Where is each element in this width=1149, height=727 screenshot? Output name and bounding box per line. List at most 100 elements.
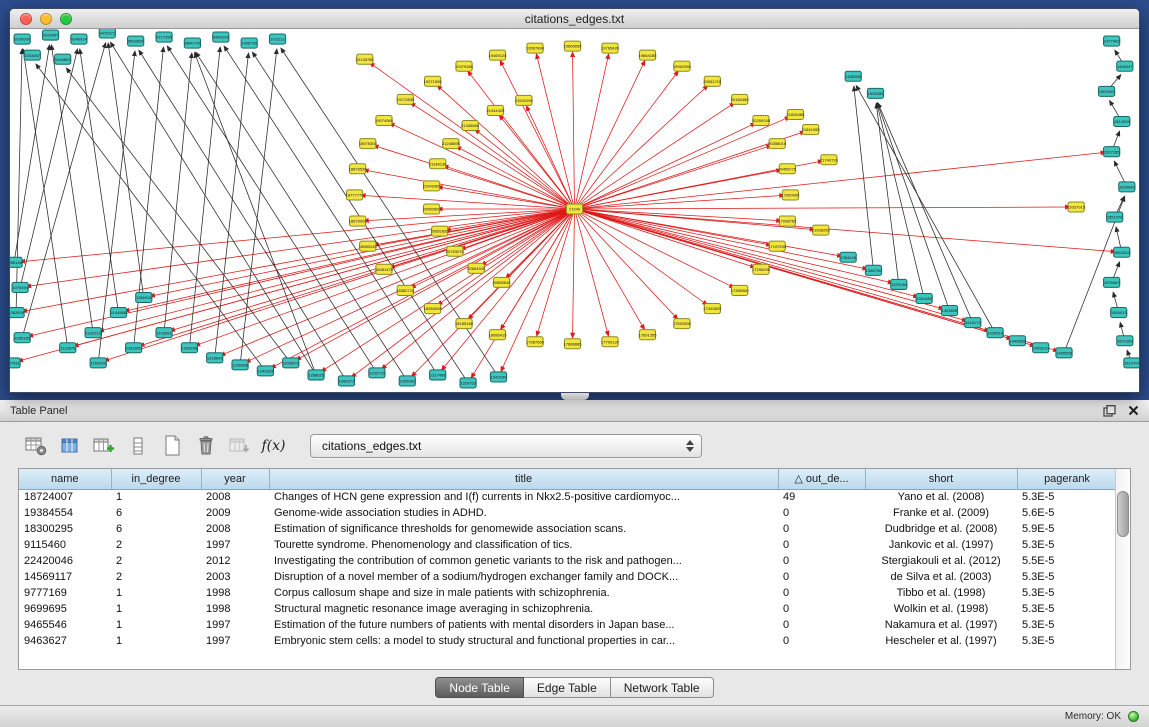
- cell-short[interactable]: Nakamura et al. (1997): [865, 617, 1017, 633]
- table-row[interactable]: 969969511998Structural magnetic resonanc…: [19, 601, 1117, 617]
- table-vertical-scrollbar[interactable]: [1115, 469, 1130, 669]
- graph-edge[interactable]: [575, 105, 732, 209]
- cell-year[interactable]: 2009: [201, 505, 269, 521]
- cell-name[interactable]: 22420046: [19, 553, 111, 569]
- graph-edge[interactable]: [393, 125, 574, 209]
- cell-title[interactable]: Genome-wide association studies in ADHD.: [269, 505, 778, 521]
- cell-name[interactable]: 9777169: [19, 585, 111, 601]
- graph-edge[interactable]: [854, 90, 873, 270]
- graph-edge[interactable]: [80, 53, 118, 313]
- cell-title[interactable]: Changes of HCN gene expression and I(f) …: [269, 489, 778, 505]
- table-row[interactable]: 2242004622012Investigating the contribut…: [19, 553, 1117, 569]
- zoom-window-button[interactable]: [60, 13, 72, 25]
- graph-edge[interactable]: [38, 67, 265, 371]
- cell-title[interactable]: Investigating the contribution of common…: [269, 553, 778, 569]
- graph-edge[interactable]: [575, 209, 940, 308]
- cell-title[interactable]: Estimation of the future numbers of pati…: [269, 617, 778, 633]
- close-panel-icon[interactable]: [1128, 405, 1139, 416]
- cell-pagerank[interactable]: 5.3E-5: [1017, 585, 1117, 601]
- cell-in_degree[interactable]: 2: [111, 537, 201, 553]
- column-header-title[interactable]: title: [269, 469, 778, 489]
- column-header-year[interactable]: year: [201, 469, 269, 489]
- cell-in_degree[interactable]: 2: [111, 569, 201, 585]
- cell-title[interactable]: Disruption of a novel member of a sodium…: [269, 569, 778, 585]
- table-row[interactable]: 977716911998Corpus callosum shape and si…: [19, 585, 1117, 601]
- cell-short[interactable]: Yano et al. (2008): [865, 489, 1017, 505]
- cell-pagerank[interactable]: 5.3E-5: [1017, 537, 1117, 553]
- table-row[interactable]: 1456911722003Disruption of a novel membe…: [19, 569, 1117, 585]
- table-row[interactable]: 1938455462009Genome-wide association stu…: [19, 505, 1117, 521]
- graph-edge[interactable]: [169, 50, 376, 373]
- cell-short[interactable]: Wolkin et al. (1998): [865, 601, 1017, 617]
- graph-edge[interactable]: [473, 209, 574, 374]
- graph-edge[interactable]: [575, 209, 864, 268]
- cell-name[interactable]: 18724007: [19, 489, 111, 505]
- cell-year[interactable]: 1997: [201, 537, 269, 553]
- splitter-handle[interactable]: [561, 393, 589, 400]
- table-mode-icon[interactable]: [22, 433, 49, 458]
- cell-pagerank[interactable]: 5.9E-5: [1017, 521, 1117, 537]
- cell-pagerank[interactable]: 5.3E-5: [1017, 601, 1117, 617]
- cell-short[interactable]: de Silva et al. (2003): [865, 569, 1017, 585]
- cell-name[interactable]: 19384554: [19, 505, 111, 521]
- cell-in_degree[interactable]: 6: [111, 521, 201, 537]
- tab-edge-table[interactable]: Edge Table: [524, 677, 611, 698]
- cell-in_degree[interactable]: 6: [111, 505, 201, 521]
- cell-short[interactable]: Dudbridge et al. (2008): [865, 521, 1017, 537]
- cell-year[interactable]: 1997: [201, 633, 269, 649]
- graph-edge[interactable]: [575, 209, 889, 282]
- cell-pagerank[interactable]: 5.3E-5: [1017, 633, 1117, 649]
- graph-edge[interactable]: [575, 125, 752, 209]
- cell-in_degree[interactable]: 2: [111, 553, 201, 569]
- cell-out_degree[interactable]: 0: [778, 601, 865, 617]
- graph-edge[interactable]: [478, 132, 574, 209]
- cell-out_degree[interactable]: 0: [778, 585, 865, 601]
- table-row[interactable]: 1872400712008Changes of HCN gene express…: [19, 489, 1117, 505]
- cell-pagerank[interactable]: 5.3E-5: [1017, 569, 1117, 585]
- function-builder-icon[interactable]: f(x): [260, 433, 287, 458]
- cell-pagerank[interactable]: 5.5E-5: [1017, 553, 1117, 569]
- graph-edge[interactable]: [575, 118, 787, 209]
- table-row[interactable]: 946554611997Estimation of the future num…: [19, 617, 1117, 633]
- tab-network-table[interactable]: Network Table: [611, 677, 714, 698]
- cell-out_degree[interactable]: 0: [778, 633, 865, 649]
- graph-edge[interactable]: [573, 209, 575, 334]
- cell-title[interactable]: Embryonic stem cells: a model to study s…: [269, 633, 778, 649]
- cell-title[interactable]: Estimation of significance thresholds fo…: [269, 521, 778, 537]
- cell-year[interactable]: 2012: [201, 553, 269, 569]
- cell-pagerank[interactable]: 5.6E-5: [1017, 505, 1117, 521]
- graph-edge[interactable]: [196, 57, 316, 375]
- cell-in_degree[interactable]: 1: [111, 585, 201, 601]
- float-panel-icon[interactable]: [1103, 405, 1116, 417]
- graph-edge[interactable]: [575, 209, 705, 303]
- cell-year[interactable]: 2003: [201, 569, 269, 585]
- cell-year[interactable]: 1997: [201, 617, 269, 633]
- graph-edge[interactable]: [470, 74, 574, 209]
- graph-edge[interactable]: [16, 53, 22, 312]
- table-row[interactable]: 946362711997Embryonic stem cells: a mode…: [19, 633, 1117, 649]
- cell-title[interactable]: Corpus callosum shape and size in male p…: [269, 585, 778, 601]
- graph-edge[interactable]: [573, 56, 575, 209]
- graph-edge[interactable]: [447, 167, 574, 209]
- cell-short[interactable]: Franke et al. (2009): [865, 505, 1017, 521]
- row-height-icon[interactable]: [124, 433, 151, 458]
- graph-edge[interactable]: [502, 64, 575, 209]
- graph-edge[interactable]: [575, 153, 1102, 209]
- cell-in_degree[interactable]: 1: [111, 489, 201, 505]
- network-canvas[interactable]: 9100000922345793469149470371959382897172…: [10, 29, 1139, 391]
- column-header-pagerank[interactable]: pagerank: [1017, 469, 1117, 489]
- column-header-name[interactable]: name: [19, 469, 111, 489]
- cell-name[interactable]: 9699695: [19, 601, 111, 617]
- table-row[interactable]: 911546021997Tourette syndrome. Phenomeno…: [19, 537, 1117, 553]
- graph-edge[interactable]: [575, 64, 644, 209]
- cell-in_degree[interactable]: 1: [111, 601, 201, 617]
- graph-edge[interactable]: [879, 107, 972, 323]
- cell-title[interactable]: Structural magnetic resonance image aver…: [269, 601, 778, 617]
- graph-edge[interactable]: [575, 209, 608, 332]
- cell-name[interactable]: 14569117: [19, 569, 111, 585]
- cell-year[interactable]: 2008: [201, 489, 269, 505]
- graph-edge[interactable]: [224, 209, 574, 354]
- cell-in_degree[interactable]: 1: [111, 617, 201, 633]
- column-header-in_degree[interactable]: in_degree: [111, 469, 201, 489]
- graph-edge[interactable]: [52, 49, 93, 333]
